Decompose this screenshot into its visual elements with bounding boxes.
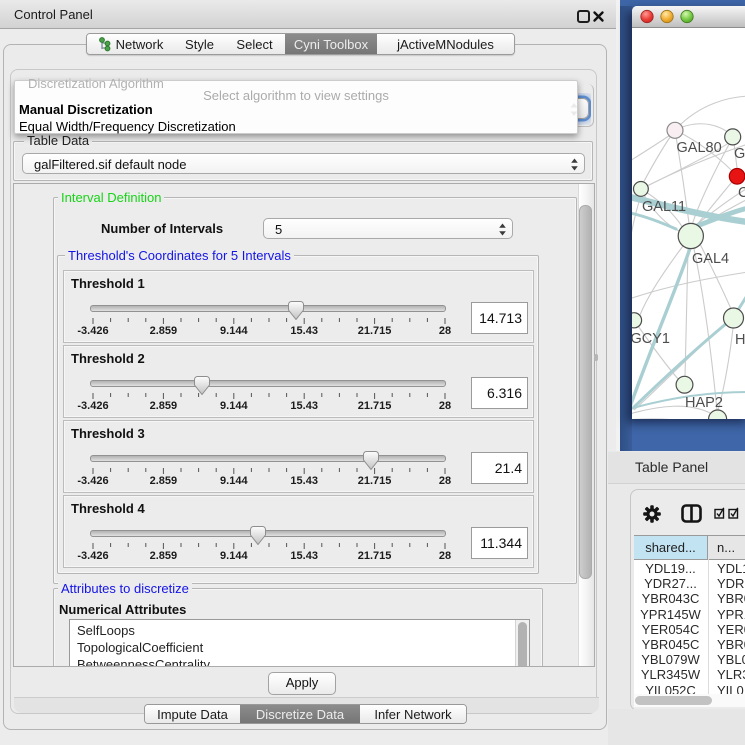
svg-text:H: H xyxy=(735,332,745,348)
svg-text:HAP2: HAP2 xyxy=(685,395,723,411)
svg-text:GAL4: GAL4 xyxy=(692,251,729,267)
svg-text:C: C xyxy=(738,185,745,201)
svg-text:GA: GA xyxy=(734,146,745,162)
svg-text:GAL80: GAL80 xyxy=(677,140,722,156)
svg-text:GAL11: GAL11 xyxy=(642,199,686,215)
svg-text:GCY1: GCY1 xyxy=(632,331,670,347)
